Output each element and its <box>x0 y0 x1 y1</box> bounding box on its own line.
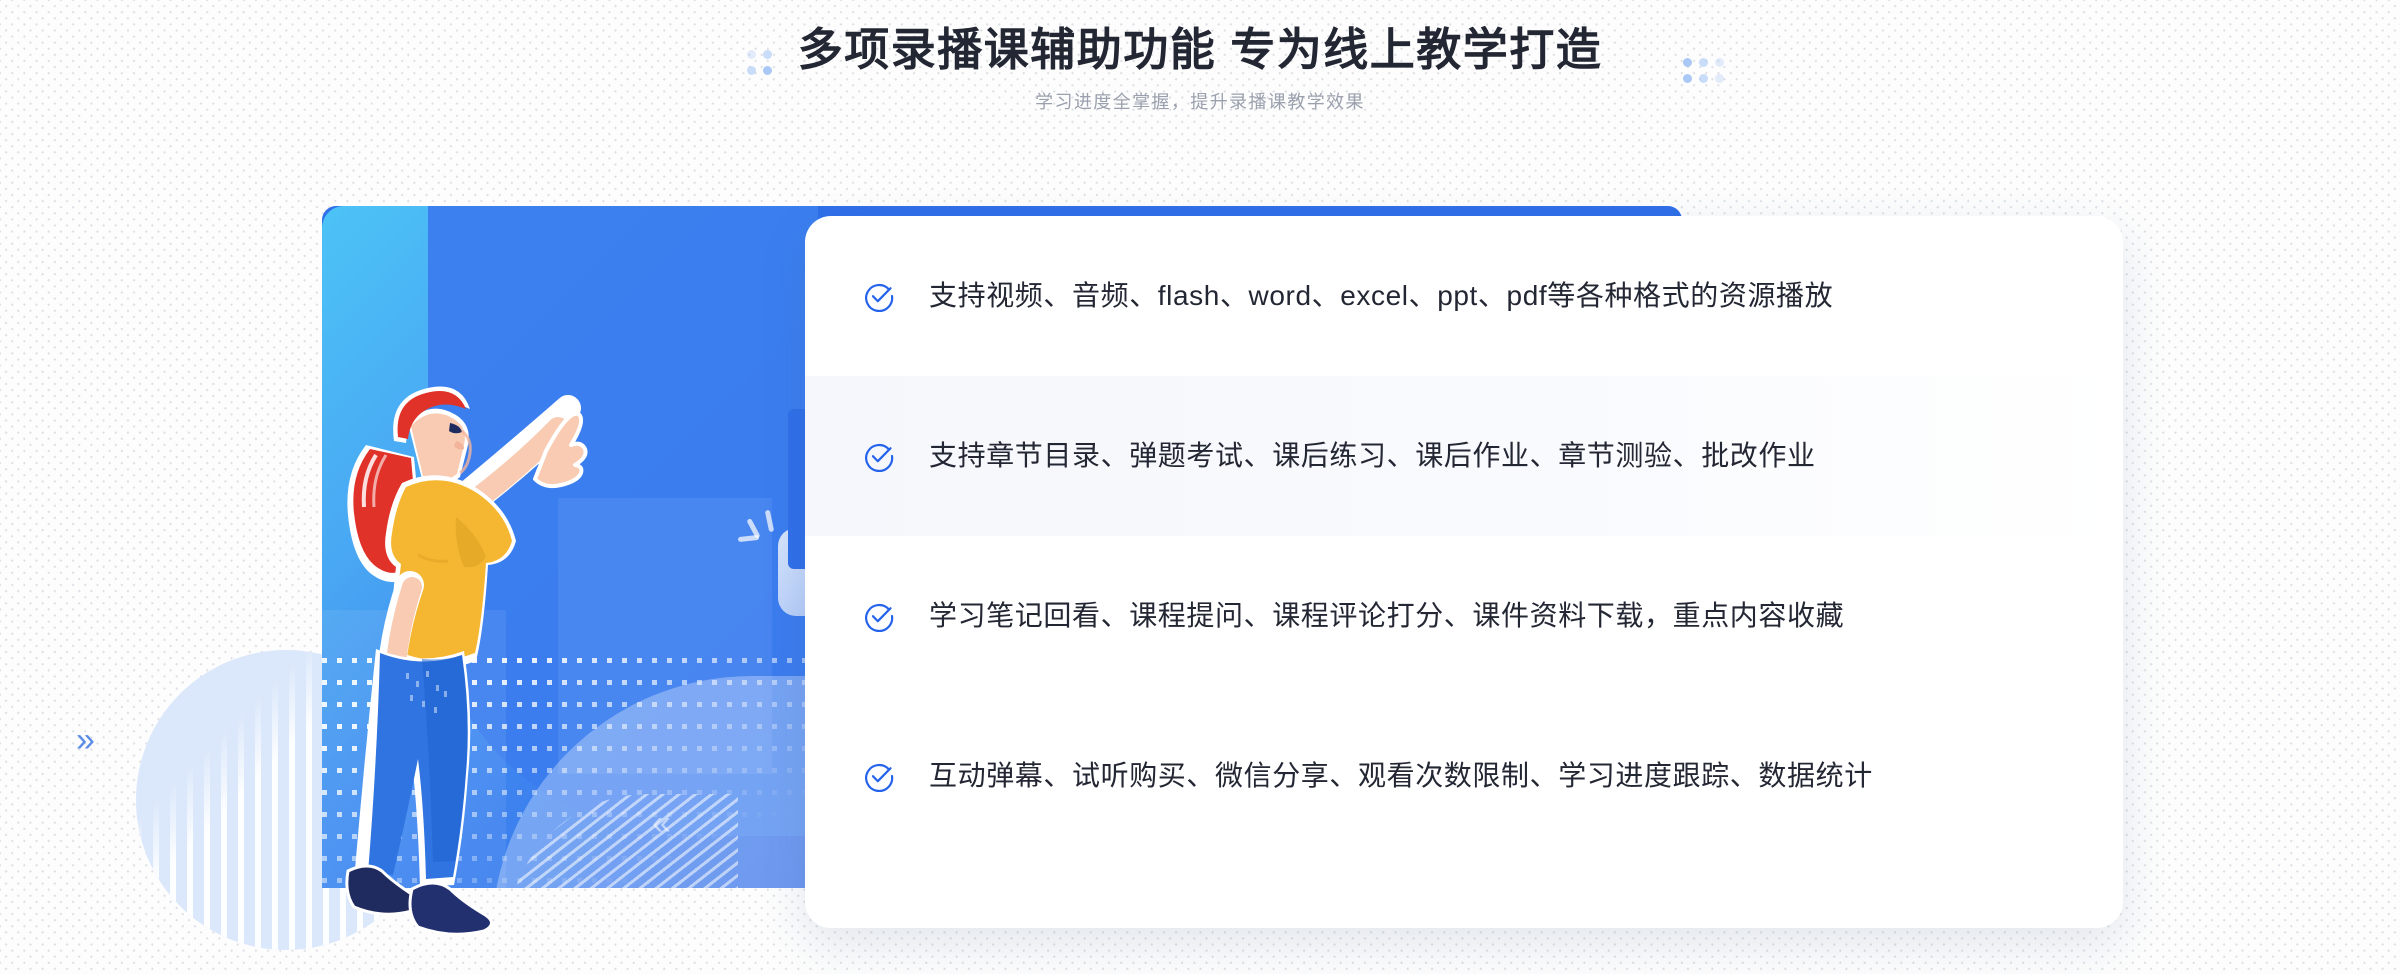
page-title: 多项录播课辅助功能 专为线上教学打造 <box>797 24 1603 75</box>
feature-list: 支持视频、音频、flash、word、excel、ppt、pdf等各种格式的资源… <box>805 216 2123 856</box>
double-chevron-right-icon: » <box>76 721 95 759</box>
dot <box>1715 74 1724 83</box>
check-circle-icon <box>865 443 894 472</box>
dot-grid-decoration-right <box>1683 58 1724 83</box>
page-subtitle: 学习进度全掌握，提升录播课教学效果 <box>1035 92 1365 113</box>
feature-row[interactable]: 互动弹幕、试听购买、微信分享、观看次数限制、学习进度跟踪、数据统计 <box>805 696 2123 856</box>
dot-grid-decoration-left <box>747 50 772 75</box>
check-circle-icon <box>865 603 894 632</box>
dot <box>1715 58 1724 67</box>
header: 多项录播课辅助功能 专为线上教学打造 学习进度全掌握，提升录播课教学效果 <box>0 0 2400 115</box>
dot <box>1683 74 1692 83</box>
dot <box>1699 74 1708 83</box>
dot <box>763 50 772 59</box>
dot <box>763 66 772 75</box>
dot <box>1683 58 1692 67</box>
feature-text: 互动弹幕、试听购买、微信分享、观看次数限制、学习进度跟踪、数据统计 <box>929 760 1873 792</box>
shoe-right <box>408 881 493 936</box>
feature-text: 学习笔记回看、课程提问、课程评论打分、课件资料下载，重点内容收藏 <box>929 600 1845 632</box>
dot <box>747 50 756 59</box>
dot <box>747 66 756 75</box>
promo-banner: 多项录播课辅助功能 专为线上教学打造 学习进度全掌握，提升录播课教学效果 » « <box>0 0 2400 974</box>
feature-row[interactable]: 学习笔记回看、课程提问、课程评论打分、课件资料下载，重点内容收藏 <box>805 536 2123 696</box>
feature-text: 支持视频、音频、flash、word、excel、ppt、pdf等各种格式的资源… <box>929 280 1834 312</box>
check-circle-icon <box>865 283 894 312</box>
dot <box>1699 58 1708 67</box>
woman-pointing-illustration <box>345 386 588 936</box>
feature-row[interactable]: 支持章节目录、弹题考试、课后练习、课后作业、章节测验、批改作业 <box>805 376 2123 536</box>
features-card: 支持视频、音频、flash、word、excel、ppt、pdf等各种格式的资源… <box>805 216 2123 928</box>
shoe-left <box>345 864 420 916</box>
feature-row[interactable]: 支持视频、音频、flash、word、excel、ppt、pdf等各种格式的资源… <box>805 216 2123 376</box>
double-chevron-left-icon: « <box>652 804 671 842</box>
feature-text: 支持章节目录、弹题考试、课后练习、课后作业、章节测验、批改作业 <box>929 440 1816 472</box>
check-circle-icon <box>865 763 894 792</box>
